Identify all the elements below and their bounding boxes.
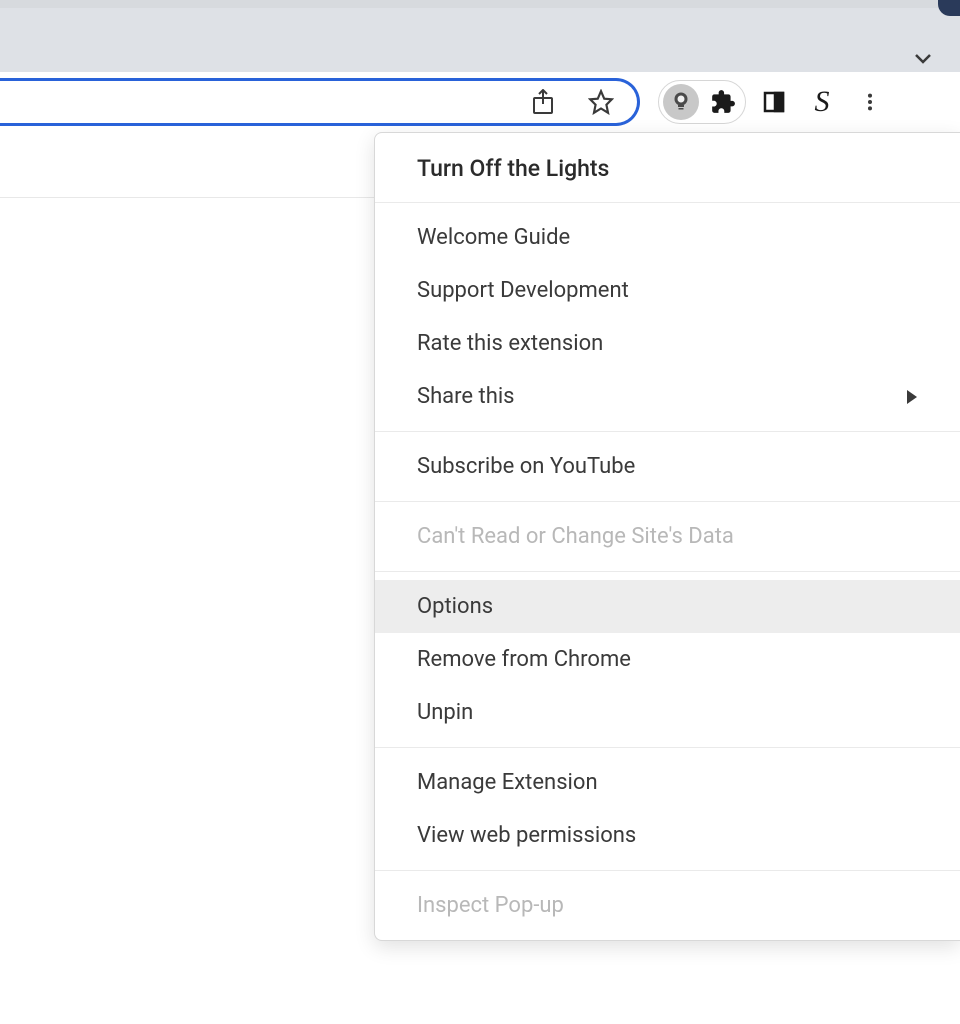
- menu-item[interactable]: View web permissions: [375, 809, 960, 862]
- menu-item: Inspect Pop-up: [375, 879, 960, 932]
- menu-section: Can't Read or Change Site's Data: [375, 502, 960, 572]
- menu-section: Options Remove from Chrome Unpin: [375, 572, 960, 748]
- menu-section: Manage Extension View web permissions: [375, 748, 960, 871]
- menu-item-label: Welcome Guide: [417, 225, 570, 250]
- menu-item-label: Options: [417, 594, 493, 619]
- tab-bar: [0, 0, 960, 72]
- extension-context-menu: Turn Off the Lights Welcome Guide Support…: [374, 132, 960, 941]
- menu-item[interactable]: Support Development: [375, 264, 960, 317]
- menu-item-label: Can't Read or Change Site's Data: [417, 524, 734, 549]
- menu-item[interactable]: Share this: [375, 370, 960, 423]
- turn-off-lights-extension-icon[interactable]: [663, 84, 699, 120]
- address-bar[interactable]: [0, 78, 640, 126]
- submenu-arrow-icon: [906, 390, 918, 404]
- menu-item-label: Support Development: [417, 278, 629, 303]
- toolbar-icons: S: [658, 80, 890, 124]
- menu-item[interactable]: Subscribe on YouTube: [375, 440, 960, 493]
- browser-menu-icon[interactable]: [850, 82, 890, 122]
- menu-item[interactable]: Options: [375, 580, 960, 633]
- context-menu-title: Turn Off the Lights: [375, 133, 960, 203]
- menu-item-label: Unpin: [417, 700, 473, 725]
- menu-item-label: Rate this extension: [417, 331, 603, 356]
- share-icon[interactable]: [525, 84, 561, 120]
- extensions-puzzle-icon[interactable]: [705, 84, 741, 120]
- tab-corner-decoration: [938, 0, 960, 16]
- menu-item-label: Remove from Chrome: [417, 647, 631, 672]
- tabs-dropdown-chevron-icon[interactable]: [911, 46, 935, 70]
- menu-item[interactable]: Remove from Chrome: [375, 633, 960, 686]
- menu-item[interactable]: Unpin: [375, 686, 960, 739]
- menu-item[interactable]: Manage Extension: [375, 756, 960, 809]
- menu-item-label: View web permissions: [417, 823, 636, 848]
- menu-item[interactable]: Welcome Guide: [375, 211, 960, 264]
- bookmark-star-icon[interactable]: [583, 84, 619, 120]
- menu-item-label: Inspect Pop-up: [417, 893, 564, 918]
- extension-pill: [658, 80, 746, 124]
- menu-item: Can't Read or Change Site's Data: [375, 510, 960, 563]
- menu-section: Subscribe on YouTube: [375, 432, 960, 502]
- menu-section: Welcome Guide Support Development Rate thi…: [375, 203, 960, 432]
- toolbar-row: S: [0, 72, 960, 132]
- s-extension-icon[interactable]: S: [802, 82, 842, 122]
- menu-item-label: Share this: [417, 384, 515, 409]
- menu-item-label: Manage Extension: [417, 770, 598, 795]
- menu-item[interactable]: Rate this extension: [375, 317, 960, 370]
- menu-section: Inspect Pop-up: [375, 871, 960, 940]
- side-panel-icon[interactable]: [754, 82, 794, 122]
- menu-item-label: Subscribe on YouTube: [417, 454, 635, 479]
